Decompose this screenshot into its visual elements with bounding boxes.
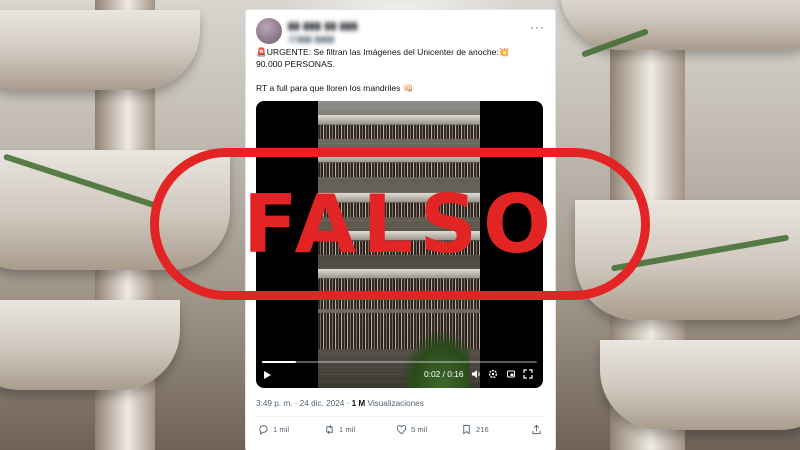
views-label: Visualizaciones (367, 399, 424, 408)
author-name[interactable]: ▮▮ ▮▮▮ ▮▮ ▮▮▮ (288, 21, 358, 32)
video-progress-fill (262, 361, 297, 363)
author-handle[interactable]: @▮▮▮ ▮▮▮▮ (288, 34, 334, 45)
views-count: 1 M (351, 399, 366, 408)
retweet-icon (326, 425, 333, 434)
reply-button[interactable]: 1 mil (258, 424, 289, 435)
bookmark-button[interactable]: 216 (461, 424, 489, 435)
reply-icon (259, 425, 268, 435)
retweet-button[interactable]: 1 mil (324, 424, 355, 435)
volume-icon[interactable] (471, 369, 481, 379)
play-icon[interactable] (264, 371, 271, 379)
bookmark-count: 216 (476, 425, 489, 434)
like-button[interactable]: 5 mil (396, 424, 427, 435)
tweet-text: 🚨URGENTE: Se filtran las Imágenes del Un… (256, 46, 546, 94)
video-controls: 0:02 / 0:16 (256, 360, 543, 388)
tweet-line-3: RT a full para que lloren los mandriles (256, 83, 401, 93)
background-balcony (0, 10, 200, 90)
like-count: 5 mil (411, 425, 428, 434)
bookmark-icon (463, 424, 470, 435)
share-button[interactable] (531, 424, 542, 435)
reply-count: 1 mil (273, 425, 290, 434)
share-icon (532, 424, 541, 435)
retweet-count: 1 mil (339, 425, 356, 434)
falso-stamp-text: FALSO (243, 177, 557, 271)
tweet-meta: 3:49 p. m. · 24 dic. 2024 · 1 M Visualiz… (256, 399, 424, 408)
siren-emoji: 🚨 (256, 47, 267, 57)
avatar[interactable] (256, 18, 282, 44)
video-time: 0:02 / 0:16 (424, 369, 464, 379)
like-icon (396, 425, 407, 435)
tweet-line-1: URGENTE: Se filtran las Imágenes del Uni… (266, 47, 499, 57)
more-icon[interactable]: ··· (530, 20, 545, 34)
tweet-timestamp[interactable]: 3:49 p. m. · 24 dic. 2024 · (256, 399, 349, 408)
background-balcony (0, 300, 180, 390)
fist-emoji: 👊🏻 (402, 83, 414, 93)
tweet-line-2: 90.000 PERSONAS. (256, 59, 335, 69)
tweet-actions: 1 mil 1 mil 5 mil 216 (256, 424, 545, 440)
replay-icon[interactable] (506, 369, 516, 379)
background-balcony (600, 340, 800, 430)
divider (256, 416, 545, 417)
tweet-header: ▮▮ ▮▮▮ ▮▮ ▮▮▮ @▮▮▮ ▮▮▮▮ ··· (256, 18, 545, 46)
background-balcony (560, 0, 800, 50)
collision-emoji: 💥 (498, 47, 510, 57)
video-progress-bar[interactable] (262, 361, 537, 363)
settings-icon[interactable] (488, 369, 498, 379)
fullscreen-icon[interactable] (523, 369, 533, 379)
